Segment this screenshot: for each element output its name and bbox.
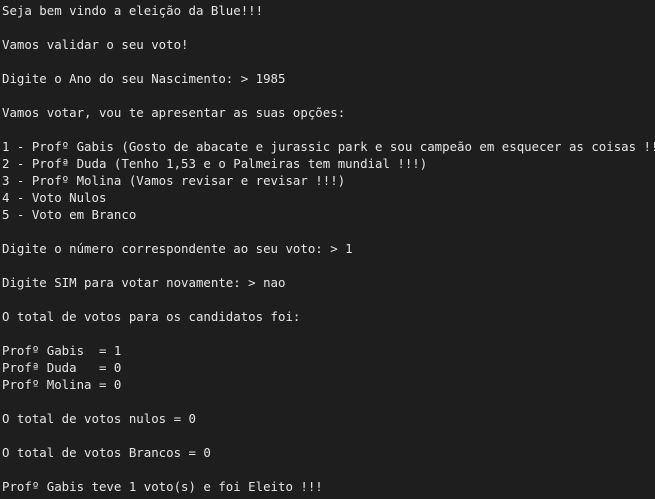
- totals-heading: O total de votos para os candidatos foi:: [2, 309, 301, 324]
- birth-year-prompt: Digite o Ano do seu Nascimento: > 1985: [2, 71, 286, 86]
- option-3-line: 3 - Profº Molina (Vamos revisar e revisa…: [2, 173, 346, 188]
- total-molina-line: Profº Molina = 0: [2, 377, 122, 392]
- welcome-line: Seja bem vindo a eleição da Blue!!!: [2, 3, 264, 18]
- terminal-output[interactable]: Seja bem vindo a eleição da Blue!!! Vamo…: [0, 0, 655, 499]
- option-4-line: 4 - Voto Nulos: [2, 190, 107, 205]
- vote-number-prompt: Digite o número correspondente ao seu vo…: [2, 241, 353, 256]
- option-2-line: 2 - Profª Duda (Tenho 1,53 e o Palmeiras…: [2, 156, 428, 171]
- winner-line: Profº Gabis teve 1 voto(s) e foi Eleito …: [2, 479, 323, 494]
- total-blank-line: O total de votos Brancos = 0: [2, 445, 211, 460]
- validate-vote-line: Vamos validar o seu voto!: [2, 37, 189, 52]
- total-null-line: O total de votos nulos = 0: [2, 411, 196, 426]
- vote-again-prompt: Digite SIM para votar novamente: > nao: [2, 275, 286, 290]
- option-1-line: 1 - Profº Gabis (Gosto de abacate e jura…: [2, 139, 655, 154]
- options-intro-line: Vamos votar, vou te apresentar as suas o…: [2, 105, 346, 120]
- total-gabis-line: Profº Gabis = 1: [2, 343, 122, 358]
- option-5-line: 5 - Voto em Branco: [2, 207, 137, 222]
- total-duda-line: Profª Duda = 0: [2, 360, 122, 375]
